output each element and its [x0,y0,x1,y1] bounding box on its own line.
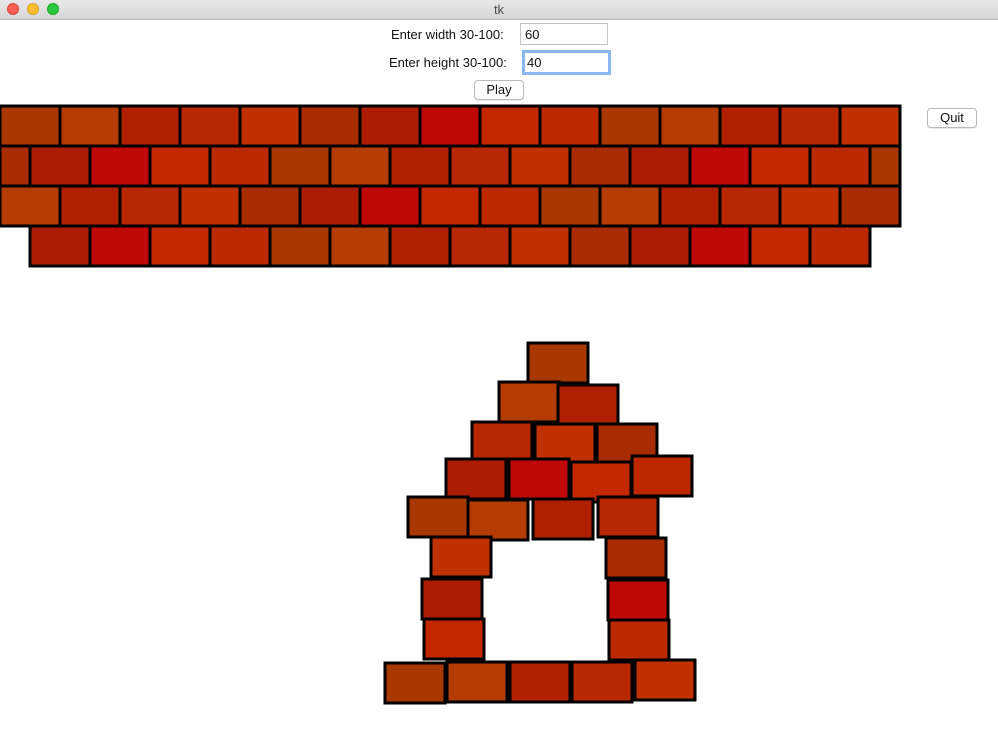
wall-brick [418,104,482,148]
house-brick [466,498,530,542]
house-brick [630,454,694,498]
wall-brick [868,144,902,188]
wall-brick [598,184,662,228]
width-label: Enter width 30-100: [391,27,504,42]
house-brick [570,660,634,704]
house-brick [633,658,697,702]
wall-brick [778,184,842,228]
quit-button[interactable]: Quit [927,108,977,128]
wall-brick [0,144,32,188]
wall-brick [208,144,272,188]
house-brick [470,420,534,464]
app-content: Enter width 30-100: Enter height 30-100:… [0,20,998,740]
wall-brick [148,144,212,188]
wall-brick [238,104,302,148]
house-brick [444,457,508,501]
wall-brick [178,104,242,148]
wall-brick [448,224,512,268]
wall-brick [28,144,92,188]
house-brick [429,535,493,579]
width-input[interactable] [520,23,608,45]
house-brick [556,383,620,427]
wall-brick [718,184,782,228]
window-titlebar: tk [0,0,998,20]
brick-canvas [0,104,902,705]
wall-brick [58,184,122,228]
wall-brick [478,184,542,228]
wall-brick [748,224,812,268]
wall-brick [28,224,92,268]
wall-brick [628,224,692,268]
wall-brick [238,184,302,228]
wall-brick [538,184,602,228]
wall-brick [178,184,242,228]
wall-brick [568,144,632,188]
wall-brick [388,144,452,188]
wall-brick [0,104,62,148]
wall-brick [538,104,602,148]
wall-brick [838,104,902,148]
house-brick [507,457,571,501]
wall-brick [268,144,332,188]
wall-brick [58,104,122,148]
wall-brick [658,104,722,148]
wall-brick [0,184,62,228]
wall-brick [328,224,392,268]
wall-brick [778,104,842,148]
wall-brick [358,104,422,148]
house-brick [420,577,484,621]
wall-brick [88,224,152,268]
house-brick [531,497,595,541]
height-input[interactable] [522,50,611,75]
wall-brick [628,144,692,188]
wall-brick [838,184,902,228]
house-brick [406,495,470,539]
house-brick [422,617,486,661]
house-brick [596,495,660,539]
wall-brick [298,184,362,228]
wall-brick [508,224,572,268]
window-title: tk [493,2,505,17]
wall-brick [118,184,182,228]
wall-brick [448,144,512,188]
wall-brick [418,184,482,228]
wall-brick [568,224,632,268]
wall-brick [688,144,752,188]
height-label: Enter height 30-100: [389,55,507,70]
wall-brick [808,224,872,268]
house-brick [508,660,572,704]
house-brick [445,660,509,704]
wall-brick [748,144,812,188]
wall-brick [328,144,392,188]
wall-brick [658,184,722,228]
house-brick [607,618,671,662]
wall-brick [688,224,752,268]
wall-brick [148,224,212,268]
wall-brick [718,104,782,148]
house-brick [604,536,668,580]
wall-brick [388,224,452,268]
wall-brick [118,104,182,148]
wall-brick [508,144,572,188]
house-brick [383,661,447,705]
wall-brick [808,144,872,188]
house-brick [606,578,670,622]
wall-brick [478,104,542,148]
wall-brick [358,184,422,228]
wall-brick [88,144,152,188]
house-brick [526,341,590,385]
wall-brick [598,104,662,148]
play-button[interactable]: Play [474,80,524,100]
wall-brick [268,224,332,268]
wall-brick [298,104,362,148]
house-brick [497,380,561,424]
wall-brick [208,224,272,268]
